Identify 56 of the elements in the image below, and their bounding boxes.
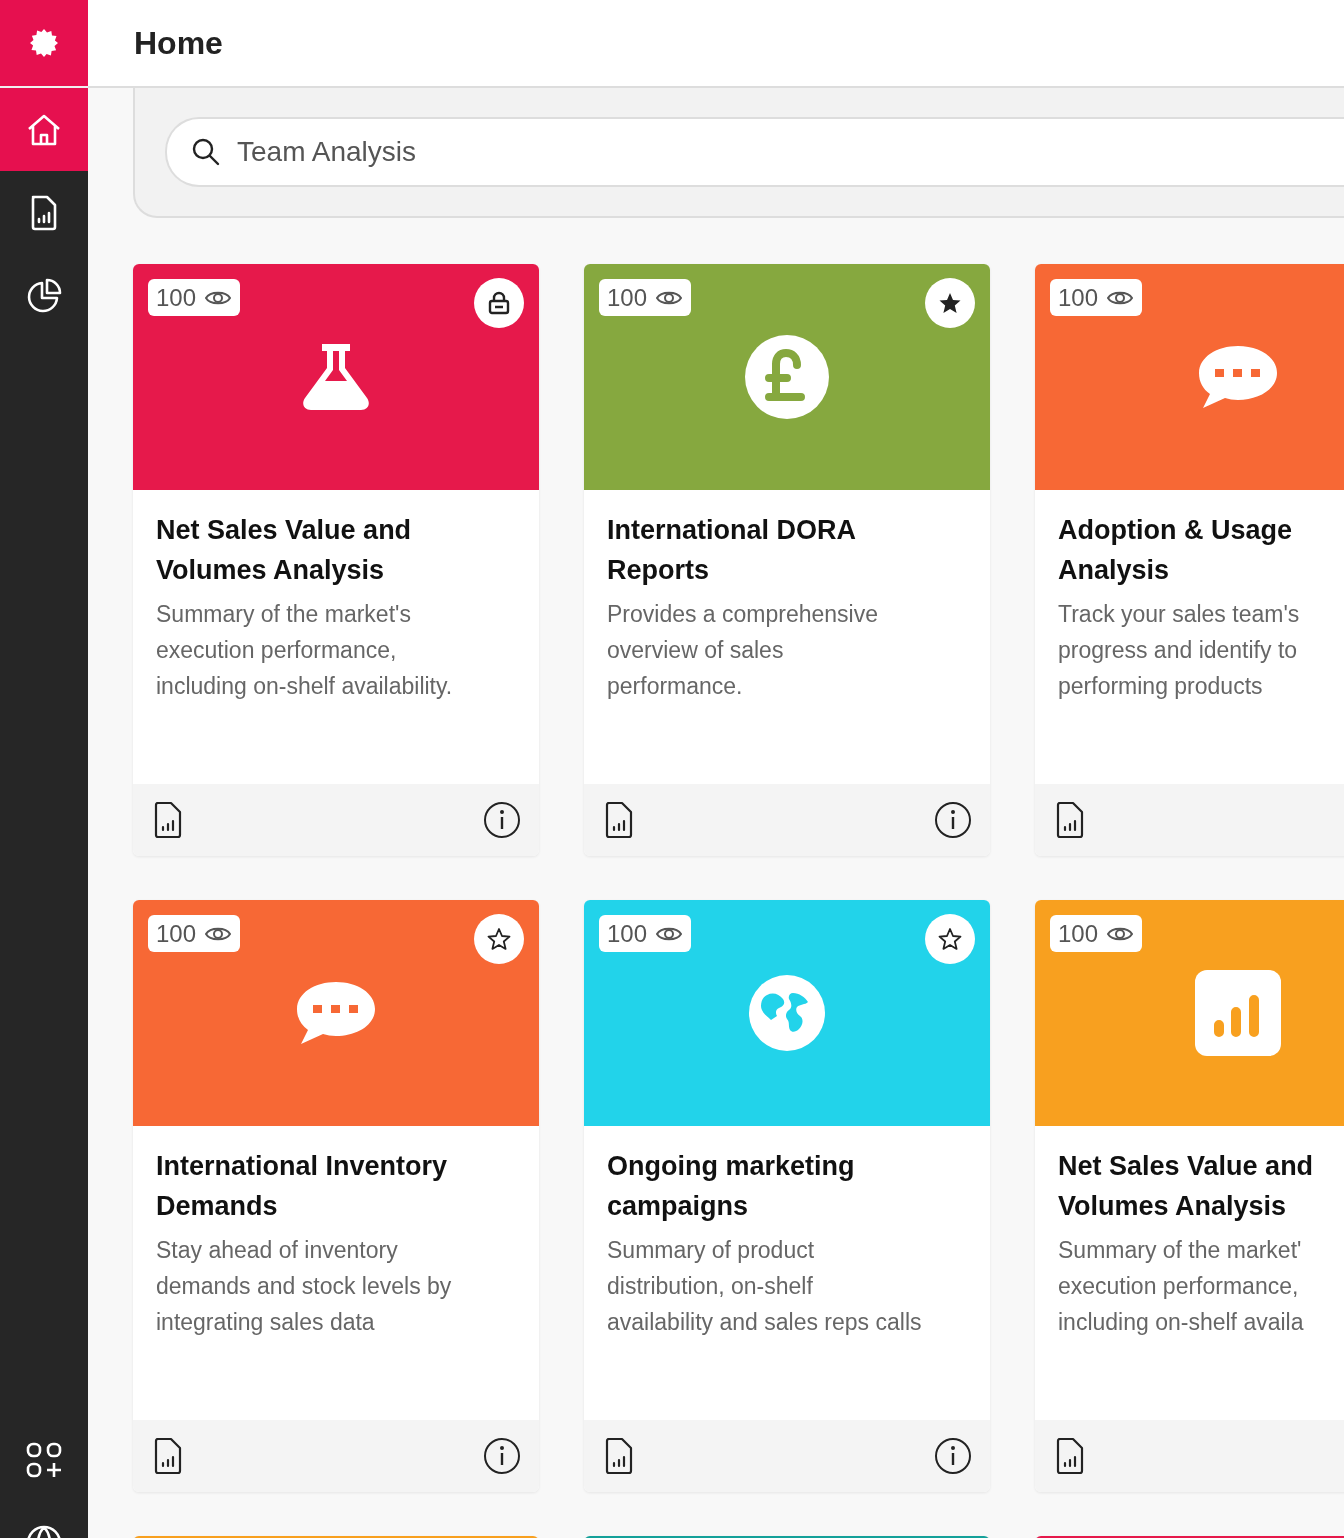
report-card[interactable]: 100 Net Sales Value and Volumes Analysis Summary of the market' execution performance, including on-shelf availa bbox=[1035, 900, 1344, 1492]
card-action-button[interactable] bbox=[925, 914, 975, 964]
view-count: 100 bbox=[156, 283, 197, 312]
card-description: Stay ahead of inventory demands and stock levels by integrating sales data bbox=[156, 1236, 453, 1337]
pound-coin-icon bbox=[745, 335, 829, 419]
search-bar[interactable]: Team Analysis bbox=[165, 117, 1344, 187]
card-description: Summary of the market' execution performance, including on-shelf availa bbox=[1058, 1236, 1305, 1337]
report-icon[interactable] bbox=[604, 1437, 634, 1475]
search-field[interactable]: Team Analysis bbox=[235, 135, 1344, 169]
info-icon[interactable] bbox=[934, 1437, 972, 1475]
card-description: Track your sales team's progress and identify to performing products bbox=[1058, 600, 1301, 701]
view-count: 100 bbox=[607, 919, 648, 948]
card-title: Net Sales Value and Volumes Analysis bbox=[1058, 1150, 1315, 1223]
pie-chart-icon bbox=[26, 277, 62, 314]
report-card[interactable]: 100 Adoption & Usage Analysis Track your sales team's progress and identify to performing products bbox=[1035, 264, 1344, 856]
report-card[interactable]: 100 Ongoing marketing campaigns Summary of product distribution, on-shelf availability and sales reps calls bbox=[584, 900, 990, 1492]
card-description: Summary of product distribution, on-shelf availability and sales reps calls bbox=[607, 1236, 923, 1337]
search-icon bbox=[191, 137, 221, 167]
report-icon[interactable] bbox=[604, 801, 634, 839]
star-icon bbox=[938, 927, 962, 951]
card-action-button[interactable] bbox=[474, 278, 524, 328]
view-count: 100 bbox=[156, 919, 197, 948]
report-card[interactable]: 100 International Inventory Demands Stay ahead of inventory demands and stock levels by integrating sales data bbox=[133, 900, 539, 1492]
page-title: Home bbox=[134, 24, 223, 62]
report-card[interactable]: 100 Net Sales Value and Volumes Analysis Summary of the market's execution performance, including on-shelf availability. bbox=[133, 264, 539, 856]
report-icon[interactable] bbox=[153, 801, 183, 839]
flask-icon bbox=[302, 344, 370, 410]
chat-bubble-icon bbox=[1199, 346, 1277, 408]
info-icon[interactable] bbox=[483, 1437, 521, 1475]
badge-logo-icon bbox=[29, 28, 59, 58]
report-icon[interactable] bbox=[1055, 801, 1085, 839]
globe-icon bbox=[749, 975, 825, 1051]
card-title: International Inventory Demands bbox=[156, 1150, 449, 1223]
add-apps-icon[interactable] bbox=[26, 1442, 62, 1478]
card-title: Net Sales Value and Volumes Analysis bbox=[156, 514, 413, 587]
card-title: Ongoing marketing campaigns bbox=[607, 1150, 856, 1223]
info-icon[interactable] bbox=[483, 801, 521, 839]
info-icon[interactable] bbox=[934, 801, 972, 839]
report-icon[interactable] bbox=[153, 1437, 183, 1475]
card-action-button[interactable] bbox=[474, 914, 524, 964]
view-count: 100 bbox=[1058, 919, 1099, 948]
card-title: Adoption & Usage Analysis bbox=[1058, 514, 1293, 587]
report-icon bbox=[29, 194, 59, 231]
report-icon[interactable] bbox=[1055, 1437, 1085, 1475]
card-description: Provides a comprehensive overview of sales performance. bbox=[607, 600, 880, 701]
star-icon bbox=[938, 291, 962, 315]
report-card[interactable]: 100 International DORA Reports Provides a comprehensive overview of sales performance. bbox=[584, 264, 990, 856]
view-count: 100 bbox=[607, 283, 648, 312]
card-title: International DORA Reports bbox=[607, 514, 857, 587]
card-description: Summary of the market's execution performance, including on-shelf availability. bbox=[156, 600, 454, 701]
bar-chart-icon bbox=[1195, 970, 1281, 1056]
chat-bubble-icon bbox=[297, 982, 375, 1044]
star-icon bbox=[487, 927, 511, 951]
card-action-button[interactable] bbox=[925, 278, 975, 328]
view-count: 100 bbox=[1058, 283, 1099, 312]
lock-icon bbox=[488, 291, 510, 315]
